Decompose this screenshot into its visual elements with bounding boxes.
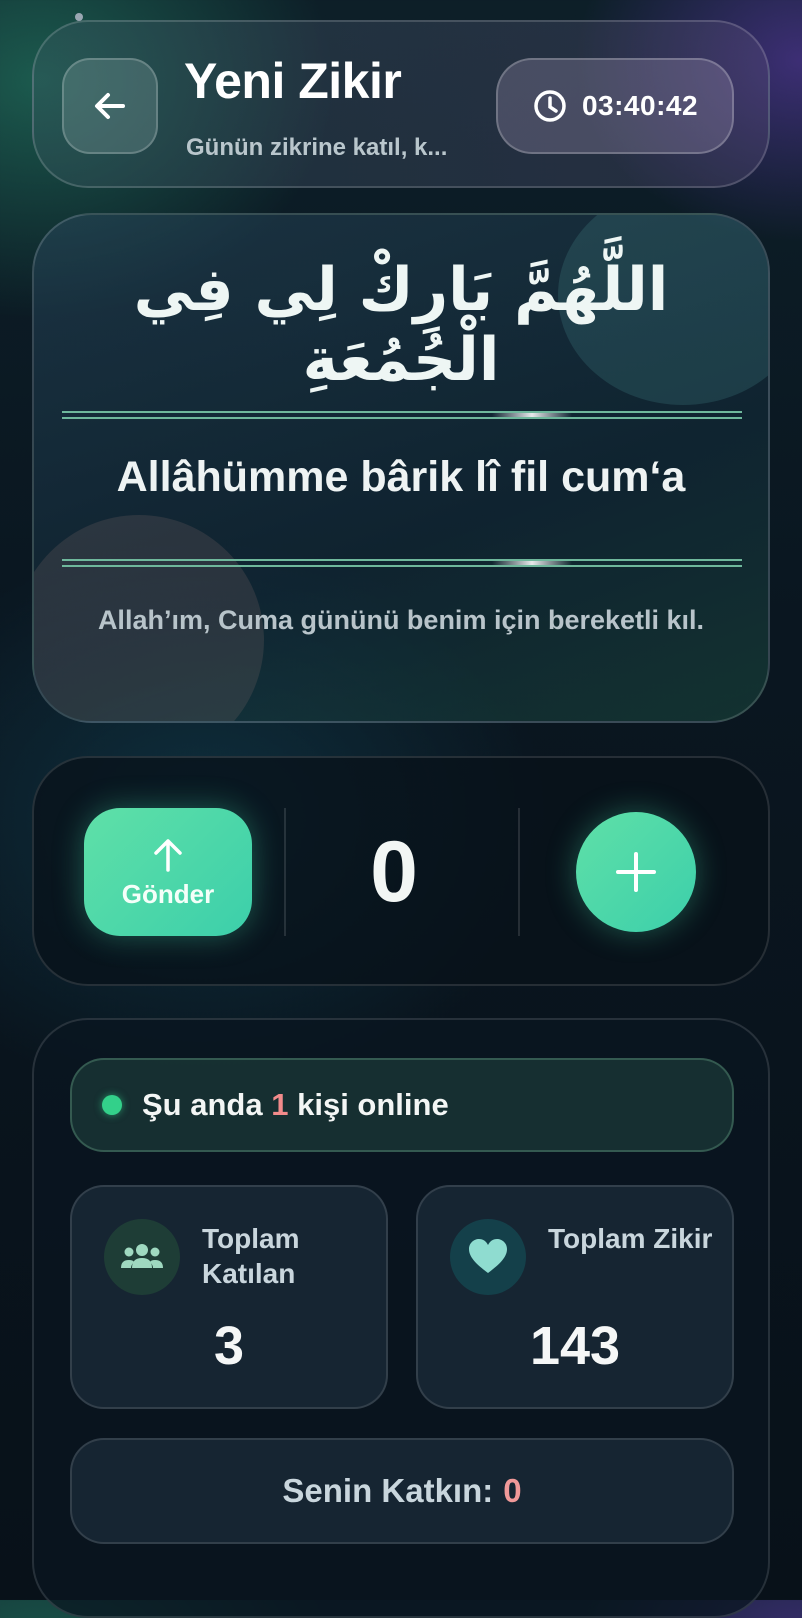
send-label: Gönder <box>121 878 215 909</box>
page-subtitle: Günün zikrine katıl, k... <box>186 134 448 161</box>
back-button[interactable] <box>62 58 158 154</box>
your-contribution: Senin Katkın: 0 <box>70 1438 734 1544</box>
divider <box>62 411 742 419</box>
arrow-left-icon <box>95 93 125 119</box>
online-indicator: Şu anda 1 kişi online <box>70 1058 734 1152</box>
users-icon <box>104 1219 180 1295</box>
total-zikir-card: Toplam Zikir 143 <box>416 1185 734 1409</box>
transliteration-text: Allâhümme bârik lî fil cum‘a <box>116 453 686 501</box>
countdown-timer: 03:40:42 <box>496 58 734 154</box>
separator <box>518 808 520 936</box>
stats-panel: Şu anda 1 kişi online Toplam Katılan 3 T… <box>32 1018 770 1618</box>
zikir-count: 0 <box>370 824 418 920</box>
counter-panel: Gönder 0 <box>32 756 770 986</box>
online-prefix: Şu anda <box>142 1087 263 1122</box>
send-button[interactable]: Gönder <box>84 808 252 936</box>
total-participants-value: 3 <box>213 1316 245 1376</box>
divider <box>62 559 742 567</box>
total-zikir-label: Toplam Zikir <box>548 1223 713 1254</box>
online-count: 1 <box>271 1087 289 1122</box>
total-participants-label: Toplam Katılan <box>202 1223 300 1289</box>
dua-card: اللَّهُمَّ بَارِكْ لِي فِي الْجُمُعَةِ A… <box>32 213 770 723</box>
plus-icon <box>616 852 656 892</box>
meaning-text: Allah’ım, Cuma gününü benim için bereket… <box>97 605 705 635</box>
arabic-text: اللَّهُمَّ بَارِكْ لِي فِي الْجُمُعَةِ <box>133 255 669 395</box>
online-suffix: kişi online <box>297 1087 449 1122</box>
total-participants-card: Toplam Katılan 3 <box>70 1185 388 1409</box>
total-zikir-value: 143 <box>529 1316 621 1376</box>
online-text: Şu anda 1 kişi online <box>142 1087 449 1123</box>
page-title: Yeni Zikir <box>184 53 402 109</box>
contribution-value: 0 <box>503 1472 522 1509</box>
contribution-label: Senin Katkın: <box>282 1472 494 1509</box>
header: Yeni Zikir Günün zikrine katıl, k... 03:… <box>32 20 770 188</box>
online-dot-icon <box>102 1095 122 1115</box>
arrow-up-icon <box>154 838 182 872</box>
increment-button[interactable] <box>576 812 696 932</box>
timer-text: 03:40:42 <box>581 90 699 121</box>
heart-icon <box>450 1219 526 1295</box>
clock-icon <box>534 90 566 122</box>
